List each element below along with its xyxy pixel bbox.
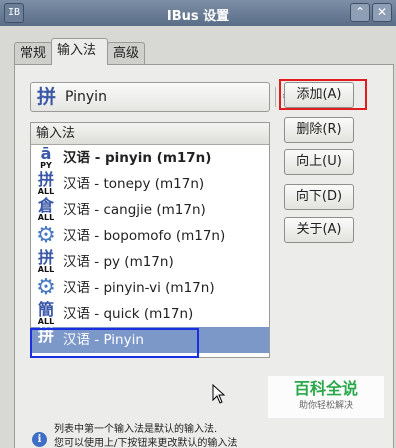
minimize-button[interactable]: ⌃ — [350, 3, 370, 22]
pinyin-icon: 拼 — [37, 326, 54, 345]
tonepy-icon: 拼 ALL — [37, 170, 55, 197]
list-item-selected[interactable]: 拼 汉语 - Pinyin — [31, 327, 269, 353]
close-button[interactable]: ✕ — [372, 3, 392, 22]
tab-input-method[interactable]: 输入法 — [51, 38, 108, 65]
about-button[interactable]: 关于(A) — [284, 217, 354, 243]
add-button[interactable]: 添加(A) — [284, 82, 354, 108]
pinyin-icon: 拼 — [37, 86, 57, 108]
select-value: Pinyin — [65, 89, 107, 105]
window-title: IBus 设置 — [166, 9, 230, 24]
list-item[interactable]: ⚙ 汉语 - bopomofo (m17n) — [31, 223, 269, 249]
quick-icon: 簡 ALL — [37, 300, 55, 327]
list-item[interactable]: ā PY 汉语 - pinyin (m17n) — [31, 145, 269, 171]
remove-button[interactable]: 删除(R) — [284, 117, 354, 143]
select-separator — [275, 87, 276, 107]
move-up-button[interactable]: 向上(U) — [284, 149, 354, 175]
input-method-list[interactable]: 输入法 ā PY 汉语 - pinyin (m17n) 拼 ALL 汉语 - ton… — [30, 122, 270, 358]
pinyin-py-icon: ā PY — [40, 144, 52, 171]
py-icon: 拼 ALL — [37, 248, 55, 275]
info-icon: i — [32, 432, 47, 447]
list-item[interactable]: 拼 ALL 汉语 - tonepy (m17n) — [31, 171, 269, 197]
list-item[interactable]: 拼 ALL 汉语 - py (m17n) — [31, 249, 269, 275]
info-text: 列表中第一个输入法是默认的输入法. 您可以使用上/下按钮来更改默认的输入法 — [54, 424, 238, 448]
tab-general[interactable]: 常规 — [14, 42, 52, 64]
list-item[interactable]: 倉 ALL 汉语 - cangjie (m17n) — [31, 197, 269, 223]
title-bar: IB IBus 设置 ⌃ ✕ — [0, 0, 396, 26]
gear-icon: ⚙ — [36, 223, 56, 248]
list-column-header[interactable]: 输入法 — [31, 123, 269, 145]
tab-advanced[interactable]: 高级 — [107, 42, 145, 64]
mouse-cursor-icon — [212, 384, 226, 404]
cangjie-icon: 倉 ALL — [37, 196, 55, 223]
gear-icon: ⚙ — [36, 275, 56, 300]
watermark-logo: 百科全说 助你轻松解决 — [268, 376, 384, 418]
list-item[interactable]: ⚙ 汉语 - pinyin-vi (m17n) — [31, 275, 269, 301]
list-item[interactable]: 簡 ALL 汉语 - quick (m17n) — [31, 301, 269, 327]
move-down-button[interactable]: 向下(D) — [284, 184, 354, 210]
input-method-select[interactable]: 拼 Pinyin ▲▼ — [30, 82, 291, 112]
